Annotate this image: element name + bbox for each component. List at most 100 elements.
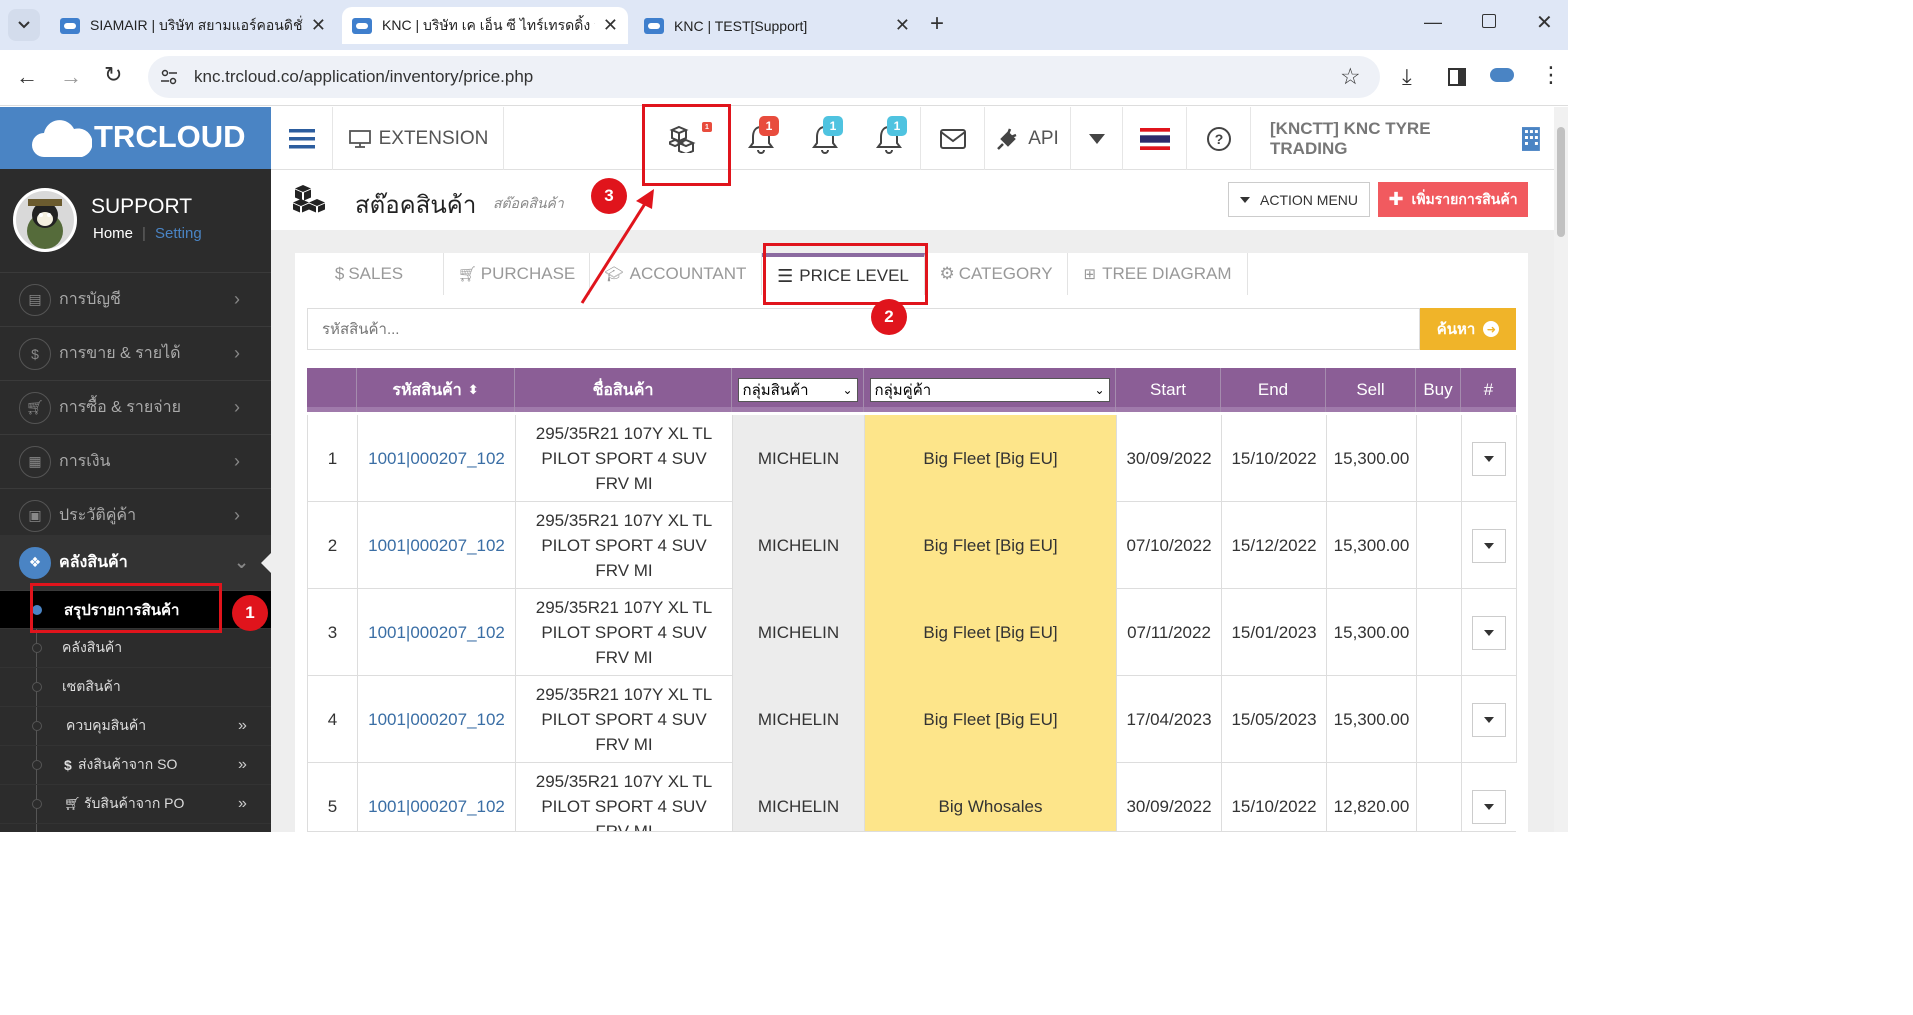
close-icon[interactable]: ✕ <box>603 15 618 36</box>
api-button[interactable]: API <box>985 107 1071 170</box>
cell-no: 3 <box>308 589 358 676</box>
chevron-right-icon: › <box>234 289 240 309</box>
tab-title: KNC | TEST[Support] <box>674 17 808 34</box>
sidebar-item-purchase[interactable]: 🛒︎ การซื้อ & รายจ่าย › <box>0 381 271 435</box>
tab-title: KNC | บริษัท เค เอ็น ซี ไทร์เทรดดิ้ง จำก… <box>382 16 595 33</box>
cell-code-link[interactable]: 1001|000207_102 <box>358 763 516 831</box>
sidebar-subitem-product-set[interactable]: เซตสินค้า <box>0 668 271 707</box>
cell-end: 15/10/2022 <box>1222 763 1327 831</box>
tab-search-button[interactable] <box>8 9 40 41</box>
mail-button[interactable] <box>921 107 985 170</box>
sidebar-item-finance[interactable]: ▦ การเงิน › <box>0 435 271 489</box>
cell-code-link[interactable]: 1001|000207_102 <box>358 589 516 676</box>
top-nav: EXTENSION 1 1 1 1 API ? [KNCTT] KNC TYRE… <box>271 107 1554 170</box>
cell-code-link[interactable]: 1001|000207_102 <box>358 676 516 763</box>
row-action-dropdown[interactable] <box>1472 528 1506 563</box>
help-button[interactable]: ? <box>1187 107 1251 170</box>
more-icon[interactable]: ⋮ <box>1540 62 1562 88</box>
table-row: 1 1001|000207_102 295/35R21 107Y XL TL P… <box>307 415 1517 502</box>
add-product-button[interactable]: ✚ เพิ่มรายการสินค้า <box>1378 182 1528 217</box>
cell-start: 07/10/2022 <box>1117 502 1222 589</box>
notification-bell-2[interactable]: 1 <box>793 107 857 170</box>
row-action-dropdown[interactable] <box>1472 789 1506 824</box>
cell-end: 15/01/2023 <box>1222 589 1327 676</box>
annotation-arrow <box>580 189 654 304</box>
cubes-icon <box>293 185 325 213</box>
cell-action <box>1462 589 1517 676</box>
new-tab-button[interactable]: + <box>930 10 944 38</box>
sidebar-item-label: การขาย & รายได้ <box>59 345 181 362</box>
scrollbar-thumb[interactable] <box>1557 127 1565 237</box>
extension-label: EXTENSION <box>378 127 489 149</box>
sidebar-item-accounting[interactable]: ▤ การบัญชี › <box>0 273 271 327</box>
customer-group-select[interactable]: กลุ่มคู่ค้า ⌄ <box>869 378 1110 402</box>
close-icon[interactable]: ✕ <box>311 15 326 36</box>
close-icon[interactable]: ✕ <box>895 15 910 36</box>
minimize-button[interactable]: — <box>1424 12 1442 33</box>
scrollbar[interactable] <box>1554 107 1568 832</box>
search-input[interactable] <box>307 308 1420 350</box>
header-cell-hash: # <box>1461 368 1516 412</box>
browser-tab-test[interactable]: KNC | TEST[Support] ✕ <box>634 7 920 44</box>
profile-cloud-icon[interactable] <box>1490 68 1514 82</box>
header-cell-code[interactable]: รหัสสินค้า ⬍ <box>357 368 515 412</box>
cell-code-link[interactable]: 1001|000207_102 <box>358 415 516 502</box>
caret-down-icon <box>1088 133 1105 144</box>
extension-button[interactable]: EXTENSION <box>333 107 504 170</box>
site-settings-icon[interactable] <box>160 68 178 86</box>
row-action-dropdown[interactable] <box>1472 441 1506 476</box>
table-row: 2 1001|000207_102 295/35R21 107Y XL TL P… <box>307 502 1517 589</box>
forward-button[interactable]: → <box>60 64 82 90</box>
reload-button[interactable]: ↻ <box>104 62 122 88</box>
cell-end: 15/12/2022 <box>1222 502 1327 589</box>
cell-code-link[interactable]: 1001|000207_102 <box>358 502 516 589</box>
home-link[interactable]: Home <box>93 225 133 242</box>
dollar-icon: $ <box>64 757 72 773</box>
caret-down-icon <box>1240 196 1250 203</box>
annotation-marker-2: 2 <box>871 299 907 335</box>
cell-name: 295/35R21 107Y XL TL PILOT SPORT 4 SUV F… <box>516 589 733 676</box>
cell-group: Big Fleet [Big EU] <box>865 415 1117 502</box>
sidebar-subitem-ship-so[interactable]: $ ส่งสินค้าจาก SO » <box>0 746 271 785</box>
company-button[interactable]: [KNCTT] KNC TYRE TRADING <box>1251 107 1541 170</box>
tab-tree-diagram[interactable]: ⊞ TREE DIAGRAM <box>1068 253 1248 295</box>
hamburger-button[interactable] <box>271 107 333 170</box>
setting-link[interactable]: Setting <box>155 225 202 242</box>
side-panel-icon[interactable] <box>1448 68 1466 86</box>
submenu-dot <box>32 799 42 809</box>
chevron-down-icon <box>18 21 30 29</box>
notification-bell-3[interactable]: 1 <box>857 107 921 170</box>
tab-purchase[interactable]: 🛒︎ PURCHASE <box>444 253 590 295</box>
product-group-select[interactable]: กลุ่มสินค้า ⌄ <box>737 378 858 402</box>
avatar[interactable] <box>13 188 77 252</box>
double-chevron-icon: » <box>238 717 247 734</box>
sidebar-subitem-control[interactable]: ควบคุมสินค้า » <box>0 707 271 746</box>
tab-sales[interactable]: $ SALES <box>295 253 444 295</box>
url-field[interactable]: knc.trcloud.co/application/inventory/pri… <box>148 56 1380 98</box>
browser-tab-bar: SIAMAIR | บริษัท สยามแอร์คอนดิชั่น ✕ KNC… <box>0 0 1568 50</box>
download-icon[interactable]: ⤓ <box>1402 64 1412 90</box>
notification-bell-1[interactable]: 1 <box>729 107 793 170</box>
sidebar-subitem-warehouse[interactable]: คลังสินค้า <box>0 629 271 668</box>
restore-button[interactable] <box>1482 14 1496 28</box>
trcloud-logo[interactable]: TRCLOUD <box>0 107 271 169</box>
language-button[interactable] <box>1123 107 1187 170</box>
search-button[interactable]: ค้นหา ➜ <box>1420 308 1516 350</box>
tab-label: TREE DIAGRAM <box>1102 264 1232 283</box>
browser-tab-knc[interactable]: KNC | บริษัท เค เอ็น ซี ไทร์เทรดดิ้ง จำก… <box>342 7 628 44</box>
browser-tab-siamair[interactable]: SIAMAIR | บริษัท สยามแอร์คอนดิชั่น ✕ <box>50 7 336 44</box>
close-window-button[interactable]: ✕ <box>1536 10 1553 35</box>
row-action-dropdown[interactable] <box>1472 615 1506 650</box>
sidebar-item-sales[interactable]: $ การขาย & รายได้ › <box>0 327 271 381</box>
star-icon[interactable]: ☆ <box>1340 63 1361 90</box>
cloud-favicon-icon <box>352 17 372 34</box>
dropdown-button[interactable] <box>1071 107 1123 170</box>
tab-category[interactable]: ⚙ CATEGORY <box>925 253 1068 295</box>
row-action-dropdown[interactable] <box>1472 702 1506 737</box>
highlight-box-cubes <box>642 104 731 186</box>
action-menu-button[interactable]: ACTION MENU <box>1228 182 1370 217</box>
back-button[interactable]: ← <box>16 64 38 90</box>
dollar-icon: $ <box>334 264 345 283</box>
sidebar-subitem-receive-po[interactable]: 🛒︎ รับสินค้าจาก PO » <box>0 785 271 824</box>
cell-action <box>1462 415 1517 502</box>
